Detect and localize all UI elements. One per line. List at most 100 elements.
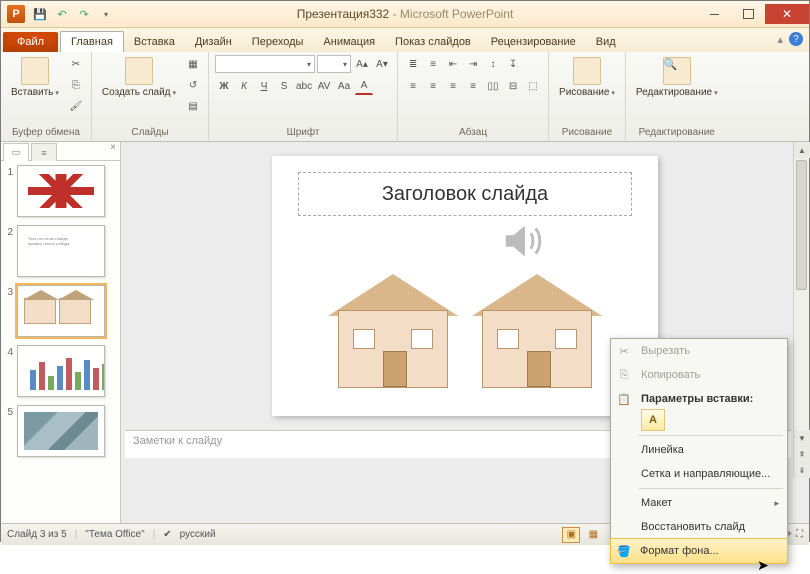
reset-icon[interactable]: ↺ <box>184 76 202 94</box>
undo-icon[interactable]: ↶ <box>53 5 71 23</box>
thumbnail-3[interactable]: 3 <box>3 285 118 337</box>
next-slide-icon[interactable]: ⇟ <box>794 462 810 478</box>
shadow-icon[interactable]: abc <box>295 77 313 95</box>
thumbnail-5[interactable]: 5 <box>3 405 118 457</box>
bullets-icon[interactable]: ≣ <box>404 55 422 73</box>
copy-icon[interactable]: ⎘ <box>67 76 85 94</box>
group-paragraph-label: Абзац <box>404 126 542 139</box>
drawing-button[interactable]: Рисование <box>555 55 619 101</box>
tab-transitions[interactable]: Переходы <box>242 32 314 52</box>
language-label[interactable]: русский <box>180 529 216 540</box>
ctx-paste-header: 📋 Параметры вставки: <box>611 387 787 409</box>
new-slide-button[interactable]: Создать слайд <box>98 55 180 101</box>
paste-option-keep-text[interactable]: A <box>641 409 665 431</box>
thumbnail-2[interactable]: 2 Текст на этом слайдепример текста слай… <box>3 225 118 277</box>
paste-button[interactable]: Вставить <box>7 55 63 101</box>
separator <box>639 435 783 436</box>
spacing-icon[interactable]: AV <box>315 77 333 95</box>
font-color-icon[interactable]: A <box>355 77 373 95</box>
tab-view[interactable]: Вид <box>586 32 626 52</box>
close-pane-icon[interactable]: × <box>110 142 116 160</box>
thumb-num: 2 <box>3 225 13 238</box>
align-text-icon[interactable]: ⊟ <box>504 77 522 95</box>
cut-icon[interactable]: ✂ <box>67 55 85 73</box>
ctx-layout[interactable]: Макет <box>611 491 787 515</box>
thumb-num: 4 <box>3 345 13 358</box>
scroll-thumb[interactable] <box>796 160 807 290</box>
help-icon[interactable]: ? <box>789 32 803 46</box>
close-button[interactable] <box>765 4 809 24</box>
ctx-grid[interactable]: Сетка и направляющие... <box>611 462 787 486</box>
underline-icon[interactable]: Ч <box>255 77 273 95</box>
slides-tab[interactable]: ▭ <box>3 143 29 161</box>
ctx-copy[interactable]: ⎘ Копировать <box>611 363 787 387</box>
ctx-ruler[interactable]: Линейка <box>611 438 787 462</box>
app-name: Microsoft PowerPoint <box>400 7 513 21</box>
group-editing: 🔍 Редактирование Редактирование <box>626 52 728 141</box>
minimize-ribbon-icon[interactable]: ▴ <box>777 33 783 46</box>
spellcheck-icon[interactable]: ✔ <box>163 529 171 540</box>
qat-dropdown-icon[interactable]: ▾ <box>97 5 115 23</box>
ctx-cut[interactable]: ✂ Вырезать <box>611 339 787 363</box>
normal-view-icon[interactable]: ▣ <box>562 527 580 543</box>
thumbnail-1[interactable]: 1 <box>3 165 118 217</box>
title-bar: P 💾 ↶ ↷ ▾ Презентация332 - Microsoft Pow… <box>1 1 809 28</box>
layout-icon[interactable]: ▦ <box>184 55 202 73</box>
tab-animations[interactable]: Анимация <box>313 32 385 52</box>
grow-font-icon[interactable]: A▴ <box>353 55 371 73</box>
ctx-reset-slide[interactable]: Восстановить слайд <box>611 515 787 539</box>
editing-label: Редактирование <box>636 87 718 99</box>
tab-review[interactable]: Рецензирование <box>481 32 586 52</box>
tab-insert[interactable]: Вставка <box>124 32 185 52</box>
minimize-button[interactable] <box>697 4 731 24</box>
case-icon[interactable]: Aa <box>335 77 353 95</box>
group-slides-label: Слайды <box>98 126 202 139</box>
scroll-up-icon[interactable]: ▲ <box>794 142 810 158</box>
section-icon[interactable]: ▤ <box>184 97 202 115</box>
audio-icon[interactable] <box>500 218 546 264</box>
smartart-icon[interactable]: ⬚ <box>524 77 542 95</box>
slide-canvas[interactable]: Заголовок слайда <box>272 156 658 416</box>
indent-inc-icon[interactable]: ⇥ <box>464 55 482 73</box>
work-area: ▭ ≡ × 1 2 Текст на этом слайдепример тек… <box>1 142 809 523</box>
save-icon[interactable]: 💾 <box>31 5 49 23</box>
align-center-icon[interactable]: ≡ <box>424 77 442 95</box>
line-spacing-icon[interactable]: ↕ <box>484 55 502 73</box>
separator <box>639 488 783 489</box>
tab-design[interactable]: Дизайн <box>185 32 242 52</box>
redo-icon[interactable]: ↷ <box>75 5 93 23</box>
editing-button[interactable]: 🔍 Редактирование <box>632 55 722 101</box>
font-family-combo[interactable]: ▾ <box>215 55 315 73</box>
tab-home[interactable]: Главная <box>60 31 124 52</box>
text-direction-icon[interactable]: ↧ <box>504 55 522 73</box>
slide-content-area[interactable] <box>298 230 632 396</box>
outline-tab[interactable]: ≡ <box>31 143 57 161</box>
maximize-button[interactable] <box>731 4 765 24</box>
fit-window-icon[interactable]: ⛶ <box>796 529 803 540</box>
scroll-down-icon[interactable]: ▼ <box>794 430 810 446</box>
justify-icon[interactable]: ≡ <box>464 77 482 95</box>
group-clipboard: Вставить ✂ ⎘ 🖌 Буфер обмена <box>1 52 92 141</box>
font-size-combo[interactable]: ▾ <box>317 55 351 73</box>
shrink-font-icon[interactable]: A▾ <box>373 55 391 73</box>
indent-dec-icon[interactable]: ⇤ <box>444 55 462 73</box>
align-right-icon[interactable]: ≡ <box>444 77 462 95</box>
prev-slide-icon[interactable]: ⇞ <box>794 446 810 462</box>
italic-icon[interactable]: К <box>235 77 253 95</box>
slide-canvas-area: Заголовок слайда <box>121 142 809 523</box>
strike-icon[interactable]: S <box>275 77 293 95</box>
thumbnail-4[interactable]: 4 <box>3 345 118 397</box>
thumb-num: 3 <box>3 285 13 298</box>
vertical-scrollbar[interactable]: ▲ ▼ ⇞ ⇟ <box>793 142 809 478</box>
columns-icon[interactable]: ▯▯ <box>484 77 502 95</box>
align-left-icon[interactable]: ≡ <box>404 77 422 95</box>
numbering-icon[interactable]: ≡ <box>424 55 442 73</box>
sorter-view-icon[interactable]: ▦ <box>584 527 602 543</box>
file-tab[interactable]: Файл <box>3 32 58 52</box>
format-painter-icon[interactable]: 🖌 <box>67 97 85 115</box>
bold-icon[interactable]: Ж <box>215 77 233 95</box>
new-slide-label: Создать слайд <box>102 87 176 99</box>
group-drawing: Рисование Рисование <box>549 52 626 141</box>
tab-slideshow[interactable]: Показ слайдов <box>385 32 481 52</box>
slide-title-placeholder[interactable]: Заголовок слайда <box>298 172 632 216</box>
